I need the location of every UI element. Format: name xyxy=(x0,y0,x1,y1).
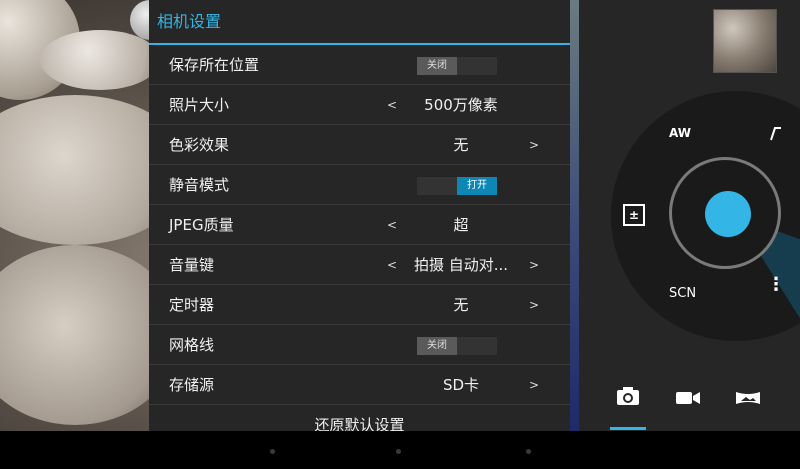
silent-mode-toggle[interactable]: 打开 xyxy=(417,177,497,195)
back-button[interactable] xyxy=(270,449,275,454)
previous-value-button[interactable]: < xyxy=(387,205,397,245)
setting-value: 无 xyxy=(453,136,469,154)
restore-defaults-button[interactable]: 还原默认设置 xyxy=(149,405,570,431)
panorama-mode-icon[interactable] xyxy=(723,383,773,423)
camera-control-panel: AW ± SCN ⋮ xyxy=(579,0,800,431)
scene-mode-button[interactable]: SCN xyxy=(669,286,696,301)
setting-value: 无 xyxy=(453,296,469,314)
setting-grid-lines[interactable]: 网格线 关闭 xyxy=(149,325,570,365)
flash-icon[interactable] xyxy=(769,126,783,146)
setting-value: SD卡 xyxy=(442,376,480,394)
setting-label: 音量键 xyxy=(169,256,215,274)
setting-label: 静音模式 xyxy=(169,176,230,194)
setting-color-effect[interactable]: 色彩效果 无 > xyxy=(149,125,570,165)
previous-value-button[interactable]: < xyxy=(387,85,397,125)
setting-label: JPEG质量 xyxy=(169,216,234,234)
last-photo-thumbnail[interactable] xyxy=(713,9,777,73)
setting-label: 定时器 xyxy=(169,296,215,314)
setting-label: 色彩效果 xyxy=(169,136,230,154)
setting-timer[interactable]: 定时器 无 > xyxy=(149,285,570,325)
toggle-state: 关闭 xyxy=(417,337,457,355)
setting-label: 保存所在位置 xyxy=(169,56,260,74)
toggle-state: 关闭 xyxy=(417,57,457,75)
setting-label: 照片大小 xyxy=(169,96,230,114)
setting-label: 网格线 xyxy=(169,336,215,354)
mode-switcher xyxy=(579,383,800,423)
setting-save-location[interactable]: 保存所在位置 关闭 xyxy=(149,45,570,85)
setting-jpeg-quality[interactable]: JPEG质量 < 超 xyxy=(149,205,570,245)
next-value-button[interactable]: > xyxy=(529,125,539,165)
next-value-button[interactable]: > xyxy=(529,285,539,325)
save-location-toggle[interactable]: 关闭 xyxy=(417,57,497,75)
exposure-icon[interactable]: ± xyxy=(623,204,645,226)
stone-image xyxy=(40,30,160,90)
setting-photo-size[interactable]: 照片大小 < 500万像素 xyxy=(149,85,570,125)
toggle-state: 打开 xyxy=(457,177,497,195)
more-icon[interactable]: ⋮ xyxy=(767,276,785,294)
setting-value: 500万像素 xyxy=(424,96,498,114)
recents-button[interactable] xyxy=(526,449,531,454)
camera-settings-panel: 相机设置 保存所在位置 关闭 照片大小 < 500万像素 色彩效果 无 > 静音… xyxy=(149,0,570,431)
next-value-button[interactable]: > xyxy=(529,365,539,405)
setting-silent-mode[interactable]: 静音模式 打开 xyxy=(149,165,570,205)
camera-mode-icon[interactable] xyxy=(603,383,653,423)
system-navigation-bar xyxy=(0,431,800,469)
setting-storage[interactable]: 存储源 SD卡 > xyxy=(149,365,570,405)
setting-value: 超 xyxy=(453,216,469,234)
white-balance-icon[interactable]: AW xyxy=(669,126,691,140)
grid-lines-toggle[interactable]: 关闭 xyxy=(417,337,497,355)
panel-title: 相机设置 xyxy=(149,0,570,45)
shutter-button[interactable] xyxy=(705,191,751,237)
home-button[interactable] xyxy=(396,449,401,454)
previous-value-button[interactable]: < xyxy=(387,245,397,285)
active-mode-indicator xyxy=(610,427,646,430)
video-mode-icon[interactable] xyxy=(663,383,713,423)
setting-label: 存储源 xyxy=(169,376,215,394)
next-value-button[interactable]: > xyxy=(529,245,539,285)
setting-value: 拍摄 自动对... xyxy=(413,256,509,274)
viewfinder-edge xyxy=(570,0,579,431)
setting-volume-key[interactable]: 音量键 < 拍摄 自动对... > xyxy=(149,245,570,285)
